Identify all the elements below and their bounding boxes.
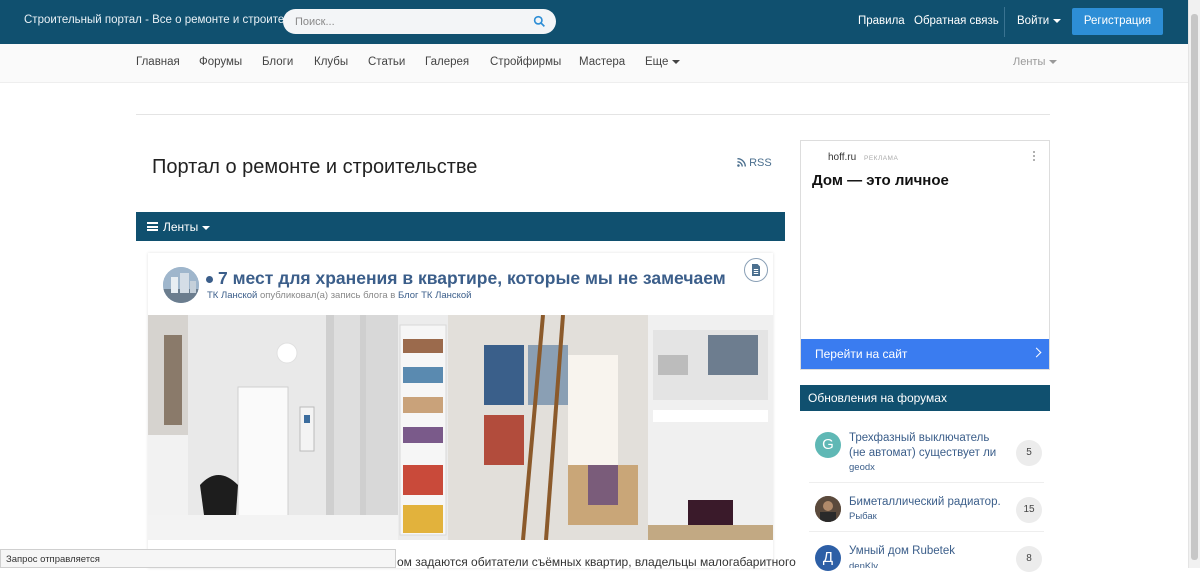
document-button[interactable] xyxy=(744,258,768,282)
meta-text: опубликовал(а) запись блога в xyxy=(259,290,396,301)
post-meta: ТК Ланской опубликовал(а) запись блога в… xyxy=(207,290,471,301)
forum-item-author[interactable]: geodx xyxy=(849,462,875,473)
divider xyxy=(136,114,1050,115)
post-image[interactable] xyxy=(148,315,773,540)
feeds-label: Ленты xyxy=(1013,56,1046,68)
nav-forums[interactable]: Форумы xyxy=(199,56,242,68)
ad-button-label: Перейти на сайт xyxy=(815,347,908,361)
author-avatar[interactable] xyxy=(163,267,199,303)
ad-tag: РЕКЛАМА xyxy=(864,155,899,162)
nav-home[interactable]: Главная xyxy=(136,56,180,68)
forum-item-title[interactable]: Умный дом Rubetek xyxy=(849,544,1009,559)
status-text: Запрос отправляется xyxy=(6,554,100,565)
ad-headline[interactable]: Дом — это личное xyxy=(812,172,949,189)
top-header: Строительный портал - Все о ремонте и ст… xyxy=(0,0,1188,44)
forum-item-count: 15 xyxy=(1016,497,1042,523)
feedback-link[interactable]: Обратная связь xyxy=(914,15,999,27)
login-dropdown[interactable]: Войти xyxy=(1017,15,1062,27)
ad-block[interactable]: hoff.ru РЕКЛАМА Дом — это личное Перейти… xyxy=(800,140,1050,370)
login-label: Войти xyxy=(1017,15,1050,27)
page-title: Портал о ремонте и строительстве xyxy=(152,156,478,178)
blog-link[interactable]: Блог ТК Ланской xyxy=(398,290,472,301)
forum-item-avatar[interactable]: Д xyxy=(815,545,841,571)
rules-link[interactable]: Правила xyxy=(858,15,905,27)
forum-item-title[interactable]: Трехфазный выключатель (не автомат) суще… xyxy=(849,431,1009,461)
post-title[interactable]: 7 мест для хранения в квартире, которые … xyxy=(206,268,726,289)
nav-masters[interactable]: Мастера xyxy=(579,56,625,68)
feed-label: Ленты xyxy=(163,220,199,234)
forum-item-author[interactable]: Рыбак xyxy=(849,511,877,522)
forum-item-avatar[interactable]: G xyxy=(815,432,841,458)
search-box[interactable] xyxy=(283,9,556,34)
document-icon xyxy=(752,264,760,276)
ad-cta-button[interactable]: Перейти на сайт xyxy=(801,339,1049,369)
forum-item-title[interactable]: Биметаллический радиатор. xyxy=(849,495,1009,510)
nav-more[interactable]: Еще xyxy=(645,56,681,68)
nav-blogs[interactable]: Блоги xyxy=(262,56,293,68)
search-input[interactable] xyxy=(295,9,520,34)
nav-gallery[interactable]: Галерея xyxy=(425,56,469,68)
forum-item-count: 5 xyxy=(1016,440,1042,466)
more-options-icon[interactable] xyxy=(1033,151,1036,163)
caret-down-icon xyxy=(202,225,211,230)
post-title-text: 7 мест для хранения в квартире, которые … xyxy=(218,268,726,288)
forum-item-author[interactable]: denKly xyxy=(849,561,878,568)
nav-more-label: Еще xyxy=(645,56,669,68)
main-nav: Главная Форумы Блоги Клубы Статьи Галере… xyxy=(0,44,1188,83)
site-title[interactable]: Строительный портал - Все о ремонте и ст… xyxy=(24,14,320,26)
rss-link[interactable]: RSS xyxy=(737,157,772,169)
hamburger-icon xyxy=(147,222,158,231)
forum-item-divider xyxy=(809,531,1044,532)
caret-down-icon xyxy=(672,59,681,64)
forum-item-divider xyxy=(809,482,1044,483)
feed-dropdown[interactable]: Ленты xyxy=(163,220,211,234)
header-divider xyxy=(1004,7,1005,37)
post-excerpt: ом задаются обитатели съёмных квартир, в… xyxy=(397,555,796,569)
ad-site[interactable]: hoff.ru xyxy=(828,152,856,163)
forum-updates-header: Обновления на форумах xyxy=(800,385,1050,411)
blog-post-card: 7 мест для хранения в квартире, которые … xyxy=(148,253,773,568)
forum-item-count: 8 xyxy=(1016,546,1042,572)
nav-companies[interactable]: Стройфирмы xyxy=(490,56,561,68)
page-scrollbar[interactable] xyxy=(1188,0,1200,568)
author-link[interactable]: ТК Ланской xyxy=(207,290,257,301)
feeds-dropdown[interactable]: Ленты xyxy=(1013,56,1058,68)
rss-icon xyxy=(737,158,746,167)
caret-down-icon xyxy=(1049,60,1058,65)
rss-label: RSS xyxy=(749,157,772,169)
nav-articles[interactable]: Статьи xyxy=(368,56,405,68)
browser-status-bar: Запрос отправляется xyxy=(0,549,396,568)
register-button[interactable]: Регистрация xyxy=(1072,8,1163,35)
feed-bar[interactable]: Ленты xyxy=(136,212,785,241)
scrollbar-thumb[interactable] xyxy=(1191,14,1198,560)
chevron-right-icon xyxy=(1031,347,1042,358)
forum-item-avatar[interactable] xyxy=(815,496,841,522)
caret-down-icon xyxy=(1053,18,1062,23)
unread-dot xyxy=(206,275,213,283)
search-icon[interactable] xyxy=(533,15,546,28)
forum-updates-title: Обновления на форумах xyxy=(808,391,947,405)
nav-clubs[interactable]: Клубы xyxy=(314,56,348,68)
